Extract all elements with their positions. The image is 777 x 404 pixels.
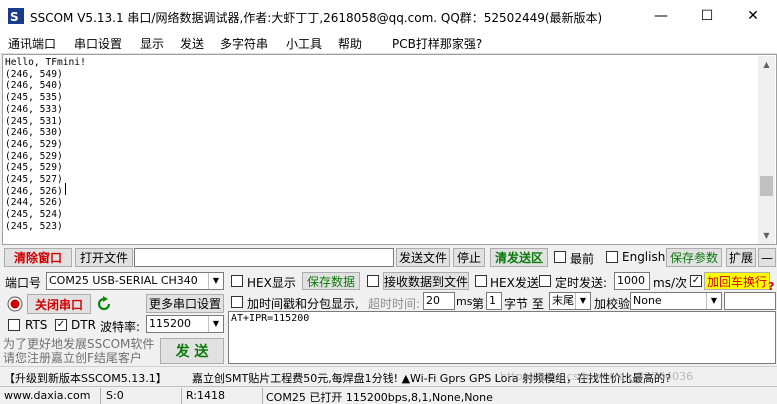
title-bar: S SSCOM V5.13.1 串口/网络数据调试器,作者:大虾丁丁,26180… xyxy=(0,0,777,32)
svg-text:S: S xyxy=(10,10,19,24)
menu-multi-string[interactable]: 多字符串 xyxy=(220,35,268,52)
status-divider xyxy=(100,388,101,404)
interval-input[interactable]: 1000 xyxy=(614,272,650,290)
front-checkbox[interactable] xyxy=(554,251,566,263)
chevron-down-icon[interactable]: ▼ xyxy=(208,273,223,289)
checksum-value: None xyxy=(633,294,662,307)
byte-index-input[interactable]: 1 xyxy=(486,292,502,310)
collapse-button[interactable]: — xyxy=(758,248,776,267)
status-url[interactable]: www.daxia.com xyxy=(4,389,91,402)
hex-send-checkbox[interactable] xyxy=(475,275,487,287)
text-caret xyxy=(65,183,66,195)
byte-end-select[interactable]: 末尾 ▼ xyxy=(549,292,591,310)
dtr-label: DTR xyxy=(71,318,96,332)
english-checkbox[interactable] xyxy=(606,251,618,263)
minimize-button[interactable]: — xyxy=(638,0,684,32)
receive-text: Hello, TFmini! (246, 549) (246, 540) (24… xyxy=(5,57,86,232)
maximize-button[interactable]: ☐ xyxy=(684,0,730,32)
scroll-thumb[interactable] xyxy=(760,176,773,196)
refresh-icon[interactable] xyxy=(96,296,112,312)
byte-prefix: 第 xyxy=(472,297,485,311)
dtr-checkbox[interactable]: ✓ xyxy=(55,319,67,331)
recv-to-file-button[interactable]: 接收数据到文件 xyxy=(383,272,469,290)
close-button[interactable]: ✕ xyxy=(730,0,776,32)
chevron-down-icon[interactable]: ▼ xyxy=(706,293,721,309)
rts-checkbox[interactable] xyxy=(8,319,20,331)
add-crlf-checkbox[interactable]: ✓ xyxy=(690,275,702,287)
rts-label: RTS xyxy=(25,318,48,332)
add-crlf-button[interactable]: 加回车换行 xyxy=(704,272,770,290)
save-params-button[interactable]: 保存参数 xyxy=(666,248,722,267)
interval-unit: ms/次 xyxy=(653,276,687,290)
timed-send-label: 定时发送: xyxy=(555,276,608,290)
status-bar: www.daxia.com S:0 R:1418 COM25 已打开 11520… xyxy=(0,386,777,404)
scroll-down-icon[interactable]: ▼ xyxy=(758,227,775,244)
timed-send-checkbox[interactable] xyxy=(539,275,551,287)
port-label: 端口号 xyxy=(5,276,42,290)
baud-label: 波特率: xyxy=(100,320,141,334)
clear-send-button[interactable]: 清发送区 xyxy=(490,248,548,267)
menu-serial-settings[interactable]: 串口设置 xyxy=(74,35,122,52)
hex-send-label: HEX发送 xyxy=(490,276,539,290)
menu-display[interactable]: 显示 xyxy=(140,35,164,52)
timeout-input[interactable]: 20 xyxy=(423,292,455,310)
baud-select[interactable]: 115200 ▼ xyxy=(146,315,224,333)
window-title: SSCOM V5.13.1 串口/网络数据调试器,作者:大虾丁丁,2618058… xyxy=(30,11,603,25)
status-divider xyxy=(181,388,182,404)
send-textarea[interactable]: AT+IPR=115200 xyxy=(228,311,776,364)
menu-help[interactable]: 帮助 xyxy=(338,35,362,52)
send-file-button[interactable]: 发送文件 xyxy=(396,248,450,267)
timestamp-checkbox[interactable] xyxy=(231,296,243,308)
receive-area[interactable]: Hello, TFmini! (246, 549) (246, 540) (24… xyxy=(2,54,777,245)
status-sent: S:0 xyxy=(106,389,124,402)
app-icon: S xyxy=(8,8,24,24)
ad-bar: 【升级到新版本SSCOM5.13.1】 嘉立创SMT贴片工程费50元,每焊盘1分… xyxy=(0,366,777,385)
send-text: AT+IPR=115200 xyxy=(231,313,310,324)
close-port-button[interactable]: 关闭串口 xyxy=(27,294,91,314)
port-status-icon xyxy=(7,296,23,312)
menu-bar: 通讯端口 串口设置 显示 发送 多字符串 小工具 帮助 PCB打样那家强? xyxy=(0,32,777,54)
port-value: COM25 USB-SERIAL CH340 xyxy=(49,274,198,287)
byte-end-value: 末尾 xyxy=(552,294,574,307)
menu-port[interactable]: 通讯端口 xyxy=(8,35,56,52)
watermark: https://blog.csdn.net/qq_37764036 xyxy=(500,370,694,383)
chevron-down-icon[interactable]: ▼ xyxy=(208,316,223,332)
menu-pcb[interactable]: PCB打样那家强? xyxy=(392,35,482,52)
clear-window-button[interactable]: 清除窗口 xyxy=(4,248,72,267)
byte-range-label: 字节 至 xyxy=(504,297,544,311)
timeout-unit: ms xyxy=(456,295,473,308)
checksum-label: 加校验 xyxy=(594,297,631,311)
baud-value: 115200 xyxy=(149,317,191,330)
file-path-input[interactable] xyxy=(134,248,394,267)
scroll-up-icon[interactable]: ▲ xyxy=(758,56,775,73)
promo-text: 为了更好地发展SSCOM软件 请您注册嘉立创F结尾客户 xyxy=(3,337,155,365)
hex-display-label: HEX显示 xyxy=(247,276,296,290)
timeout-label: 超时时间: xyxy=(368,297,421,311)
receive-scrollbar[interactable]: ▲ ▼ xyxy=(758,56,775,244)
timestamp-label: 加时间戳和分包显示, xyxy=(247,297,359,311)
status-port-state: COM25 已打开 115200bps,8,1,None,None xyxy=(266,391,493,404)
open-file-button[interactable]: 打开文件 xyxy=(75,248,133,267)
upgrade-link[interactable]: 【升级到新版本SSCOM5.13.1】 xyxy=(4,370,167,386)
port-select[interactable]: COM25 USB-SERIAL CH340 ▼ xyxy=(46,272,224,290)
english-label: English xyxy=(622,250,666,264)
front-label: 最前 xyxy=(570,252,595,266)
stop-button[interactable]: 停止 xyxy=(453,248,485,267)
checksum-select[interactable]: None ▼ xyxy=(630,292,722,310)
save-data-button[interactable]: 保存数据 xyxy=(302,272,360,290)
send-button[interactable]: 发 送 xyxy=(160,338,224,364)
more-settings-button[interactable]: 更多串口设置 xyxy=(146,294,224,313)
checksum-extra-field[interactable] xyxy=(724,292,776,310)
chevron-down-icon[interactable]: ▼ xyxy=(575,293,590,309)
recv-to-file-checkbox[interactable] xyxy=(367,275,379,287)
menu-send[interactable]: 发送 xyxy=(180,35,204,52)
status-divider xyxy=(262,388,263,404)
menu-tools[interactable]: 小工具 xyxy=(286,35,322,52)
expand-button[interactable]: 扩展 xyxy=(726,248,756,267)
status-received: R:1418 xyxy=(186,389,226,402)
hex-display-checkbox[interactable] xyxy=(231,275,243,287)
